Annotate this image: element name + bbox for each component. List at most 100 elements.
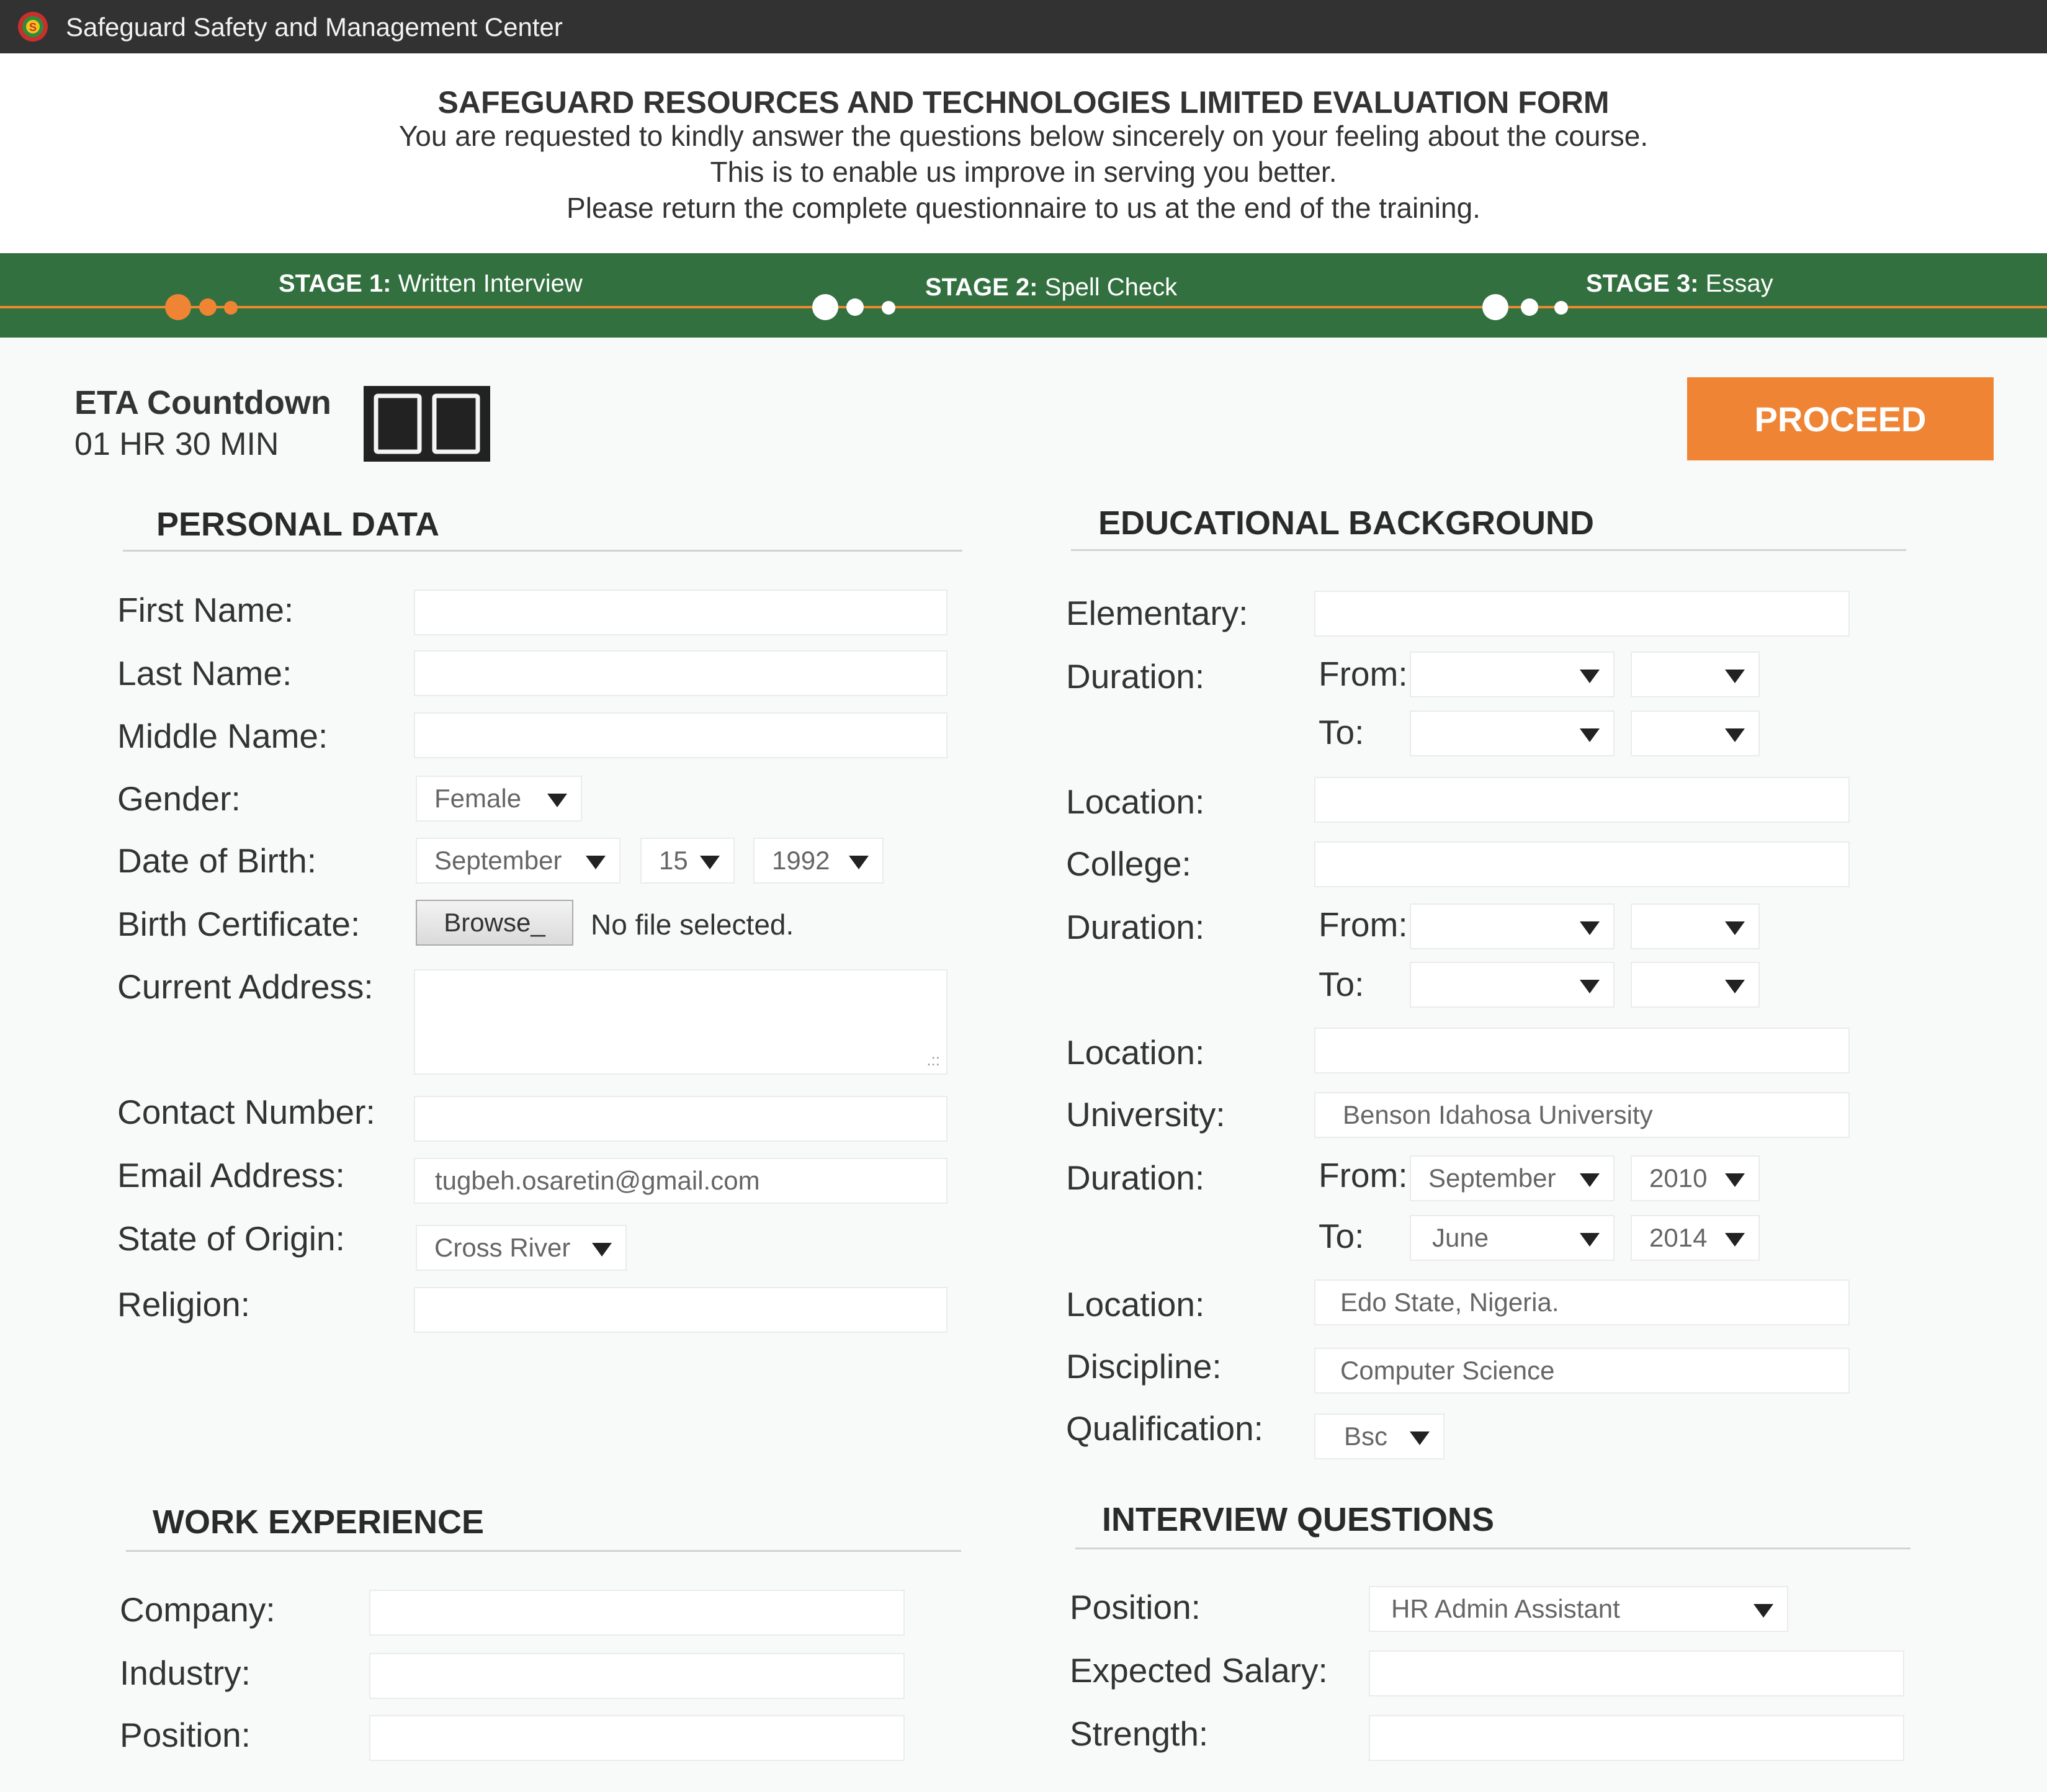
chevron-down-icon: [592, 1243, 612, 1257]
industry-input[interactable]: [369, 1653, 905, 1699]
university-label: University:: [1066, 1095, 1225, 1134]
stage-2-dot-small: [882, 301, 895, 315]
discipline-input[interactable]: Computer Science: [1314, 1348, 1850, 1394]
university-to-year-select[interactable]: 2014: [1631, 1215, 1760, 1261]
elementary-from-month-select[interactable]: [1410, 652, 1615, 697]
college-from-year-select[interactable]: [1631, 903, 1760, 949]
stage-2-name: Spell Check: [1044, 274, 1178, 301]
work-experience-title: WORK EXPERIENCE: [153, 1503, 485, 1541]
stage-2-dot-medium: [846, 298, 864, 316]
first-name-label: First Name:: [117, 591, 294, 629]
tab-stage-1[interactable]: STAGE 1: Written Interview: [279, 270, 583, 298]
stage-1-number: STAGE 1:: [279, 270, 392, 297]
college-to-month-select[interactable]: [1410, 962, 1615, 1008]
college-input[interactable]: [1314, 841, 1850, 887]
state-of-origin-select[interactable]: Cross River: [416, 1225, 627, 1271]
elementary-duration-label: Duration:: [1066, 657, 1205, 696]
interview-questions-title: INTERVIEW QUESTIONS: [1102, 1501, 1495, 1538]
college-from-label: From:: [1319, 905, 1408, 944]
elementary-to-year-select[interactable]: [1631, 710, 1760, 756]
stage-2-dot-large: [812, 294, 838, 320]
college-location-input[interactable]: [1314, 1028, 1850, 1073]
chevron-down-icon: [1580, 670, 1600, 683]
current-address-textarea[interactable]: .::: [414, 969, 947, 1075]
chevron-down-icon: [1580, 980, 1600, 993]
stage-1-dot-small: [224, 301, 238, 315]
elementary-input[interactable]: [1314, 591, 1850, 637]
dob-month-select[interactable]: September: [416, 838, 620, 884]
qualification-select[interactable]: Bsc: [1314, 1413, 1445, 1459]
elementary-to-month-select[interactable]: [1410, 710, 1615, 756]
religion-input[interactable]: [414, 1287, 947, 1333]
chevron-down-icon: [1410, 1431, 1430, 1445]
contact-number-input[interactable]: [414, 1096, 947, 1142]
tab-stage-2[interactable]: STAGE 2: Spell Check: [925, 274, 1177, 302]
interview-position-select[interactable]: HR Admin Assistant: [1369, 1586, 1788, 1632]
browse-button[interactable]: Browse_: [416, 900, 573, 946]
form-header: SAFEGUARD RESOURCES AND TECHNOLOGIES LIM…: [0, 53, 2047, 253]
dob-label: Date of Birth:: [117, 841, 316, 880]
last-name-input[interactable]: [414, 650, 947, 696]
college-from-month-select[interactable]: [1410, 903, 1615, 949]
industry-label: Industry:: [120, 1654, 251, 1692]
chevron-down-icon: [547, 794, 567, 807]
work-position-input[interactable]: [369, 1715, 905, 1761]
chevron-down-icon: [1580, 728, 1600, 742]
stage-3-number: STAGE 3:: [1586, 270, 1699, 297]
elementary-from-year-select[interactable]: [1631, 652, 1760, 697]
chevron-down-icon: [1725, 670, 1745, 683]
middle-name-input[interactable]: [414, 712, 947, 758]
safeguard-logo-icon: S: [18, 12, 48, 42]
chevron-down-icon: [1725, 1173, 1745, 1187]
chevron-down-icon: [1580, 921, 1600, 935]
app-title: Safeguard Safety and Management Center: [66, 12, 563, 42]
eta-title: ETA Countdown: [74, 384, 331, 421]
university-to-label: To:: [1319, 1217, 1364, 1255]
company-label: Company:: [120, 1590, 275, 1629]
university-from-month-select[interactable]: September: [1410, 1155, 1615, 1201]
intro-line-3: Please return the complete questionnaire…: [567, 192, 1480, 224]
file-status: No file selected.: [591, 908, 794, 941]
chevron-down-icon: [1754, 1604, 1773, 1618]
elementary-location-input[interactable]: [1314, 777, 1850, 823]
form-title: SAFEGUARD RESOURCES AND TECHNOLOGIES LIM…: [437, 85, 1610, 120]
personal-data-divider: [123, 550, 962, 552]
elementary-label: Elementary:: [1066, 594, 1248, 632]
educational-background-divider: [1071, 549, 1906, 551]
dob-year-select[interactable]: 1992: [753, 838, 884, 884]
college-to-year-select[interactable]: [1631, 962, 1760, 1008]
chevron-down-icon: [849, 856, 869, 869]
proceed-button[interactable]: PROCEED: [1687, 377, 1994, 460]
work-experience-divider: [126, 1550, 961, 1552]
expected-salary-input[interactable]: [1369, 1651, 1904, 1696]
stage-progress-line: [0, 306, 2047, 308]
email-input[interactable]: tugbeh.osaretin@gmail.com: [414, 1158, 947, 1204]
strength-input[interactable]: [1369, 1715, 1904, 1761]
stage-3-dot-medium: [1521, 298, 1538, 316]
gender-label: Gender:: [117, 779, 241, 818]
eta-value: 01 HR 30 MIN: [74, 426, 279, 462]
interview-position-label: Position:: [1070, 1588, 1201, 1626]
work-position-label: Position:: [120, 1716, 251, 1754]
company-input[interactable]: [369, 1590, 905, 1636]
interview-position-value: HR Admin Assistant: [1391, 1594, 1620, 1623]
university-from-year-select[interactable]: 2010: [1631, 1155, 1760, 1201]
university-location-input[interactable]: Edo State, Nigeria.: [1314, 1279, 1850, 1325]
university-input[interactable]: Benson Idahosa University: [1314, 1092, 1850, 1138]
stage-progress-bar: STAGE 1: Written Interview STAGE 2: Spel…: [0, 253, 2047, 338]
elementary-to-label: To:: [1319, 713, 1364, 751]
svg-text:S: S: [29, 21, 37, 34]
tab-stage-3[interactable]: STAGE 3: Essay: [1586, 270, 1773, 298]
first-name-input[interactable]: [414, 589, 947, 635]
college-duration-label: Duration:: [1066, 908, 1205, 946]
university-to-month-select[interactable]: June: [1410, 1215, 1615, 1261]
title-bar: S Safeguard Safety and Management Center: [0, 0, 2047, 53]
form-content: ETA Countdown 01 HR 30 MIN 00 PROCEED PE…: [0, 338, 2047, 1792]
elementary-location-label: Location:: [1066, 782, 1205, 821]
stage-1-dot-medium: [199, 298, 217, 316]
stage-2-number: STAGE 2:: [925, 274, 1038, 301]
gender-select[interactable]: Female: [416, 776, 582, 822]
dob-day-select[interactable]: 15: [640, 838, 735, 884]
resize-grip-icon[interactable]: .::: [926, 1051, 940, 1070]
elementary-from-label: From:: [1319, 655, 1408, 693]
